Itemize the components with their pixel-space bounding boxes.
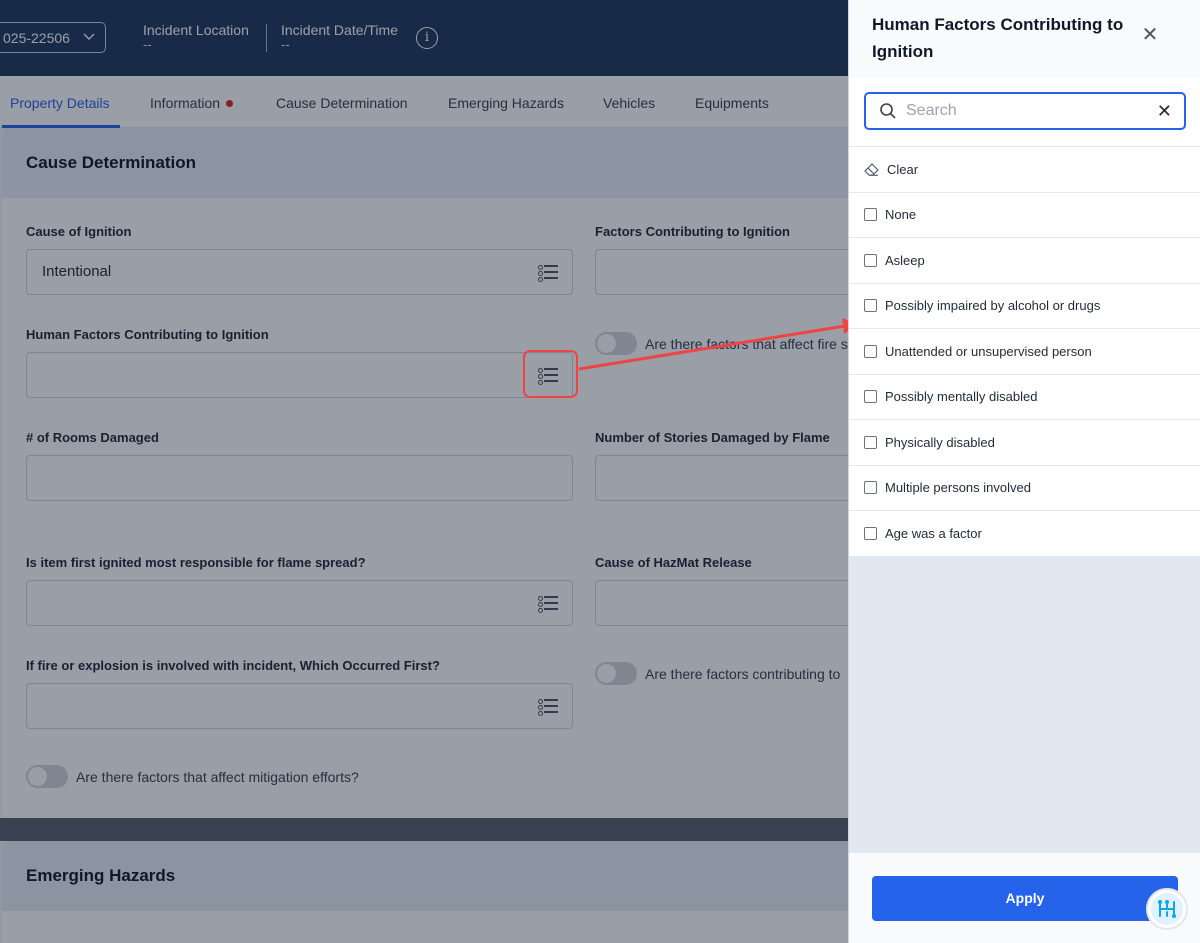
option-label: None <box>885 207 917 223</box>
option-physically-disabled[interactable]: Physically disabled <box>849 419 1200 465</box>
clear-option[interactable]: Clear <box>849 146 1200 192</box>
option-unattended[interactable]: Unattended or unsupervised person <box>849 328 1200 374</box>
search-icon <box>880 103 896 119</box>
clear-search-icon[interactable]: ✕ <box>1157 100 1172 122</box>
option-label: Asleep <box>885 252 925 268</box>
panel-title: Human Factors Contributing to Ignition <box>872 15 1124 61</box>
option-asleep[interactable]: Asleep <box>849 237 1200 283</box>
panel-footer: Apply <box>849 853 1200 943</box>
assistant-icon[interactable] <box>1146 888 1188 930</box>
search-box[interactable]: ✕ <box>864 92 1186 130</box>
option-label: Possibly mentally disabled <box>885 389 1038 405</box>
eraser-icon <box>864 162 879 176</box>
option-none[interactable]: None <box>849 191 1200 237</box>
option-label: Unattended or unsupervised person <box>885 343 1092 359</box>
panel-header: Human Factors Contributing to Ignition ✕ <box>849 0 1200 78</box>
human-factors-panel: Human Factors Contributing to Ignition ✕… <box>848 0 1200 943</box>
circuit-icon <box>1151 893 1183 925</box>
option-age-factor[interactable]: Age was a factor <box>849 510 1200 556</box>
checkbox[interactable] <box>864 481 877 495</box>
option-impaired[interactable]: Possibly impaired by alcohol or drugs <box>849 282 1200 328</box>
checkbox[interactable] <box>864 253 877 267</box>
options-list: Clear None Asleep Possibly impaired by a… <box>849 146 1200 556</box>
close-icon[interactable]: ✕ <box>1139 24 1161 46</box>
search-input[interactable] <box>906 100 1146 122</box>
option-label: Age was a factor <box>885 525 982 541</box>
option-label: Multiple persons involved <box>885 480 1031 496</box>
option-label: Possibly impaired by alcohol or drugs <box>885 298 1101 314</box>
checkbox[interactable] <box>864 208 877 222</box>
option-mentally-disabled[interactable]: Possibly mentally disabled <box>849 373 1200 419</box>
option-label: Physically disabled <box>885 434 995 450</box>
search-area: ✕ <box>849 78 1200 146</box>
checkbox[interactable] <box>864 435 877 449</box>
checkbox[interactable] <box>864 390 877 404</box>
checkbox[interactable] <box>864 299 877 313</box>
clear-label: Clear <box>887 161 919 177</box>
apply-button[interactable]: Apply <box>872 876 1178 921</box>
checkbox[interactable] <box>864 344 877 358</box>
checkbox[interactable] <box>864 526 877 540</box>
option-multiple-persons[interactable]: Multiple persons involved <box>849 464 1200 510</box>
